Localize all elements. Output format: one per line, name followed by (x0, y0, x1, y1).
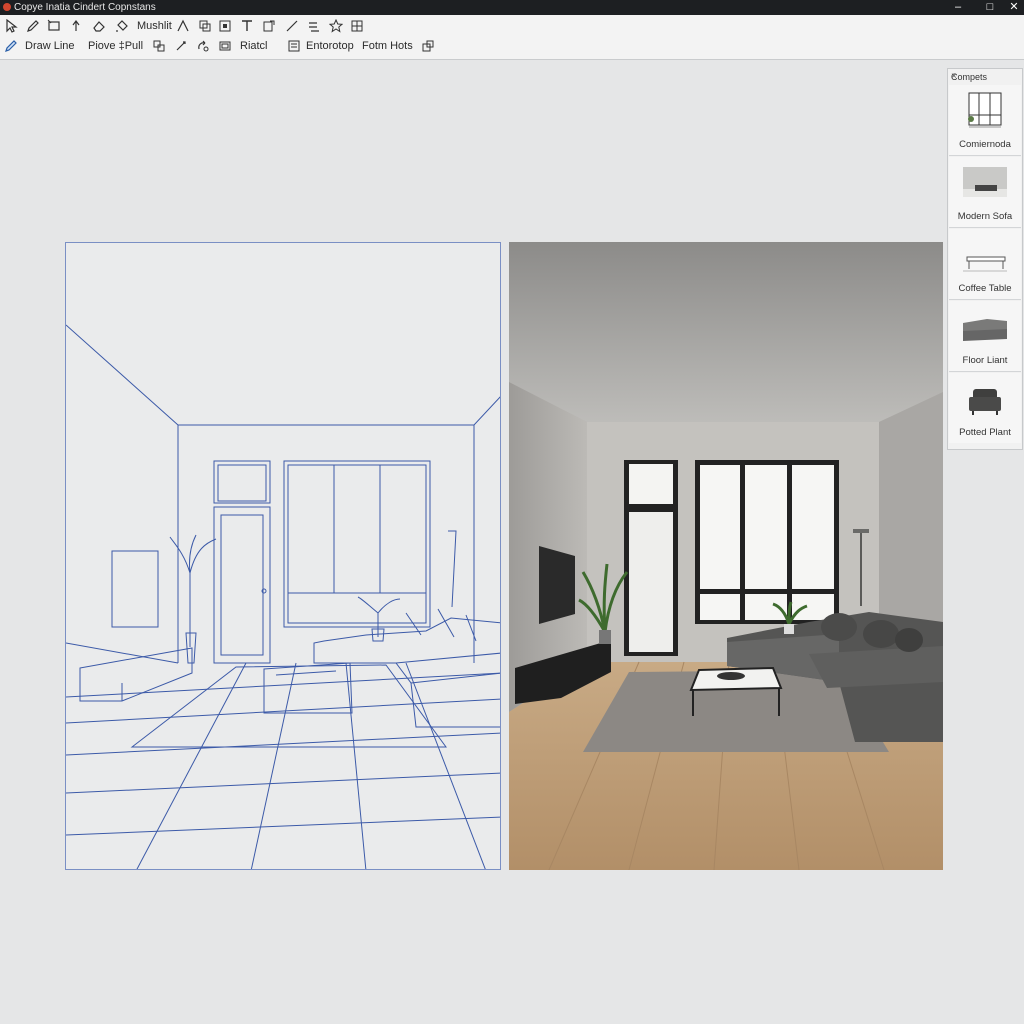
coffee-table-component-icon (959, 235, 1011, 277)
component-item[interactable]: Coffee Table (949, 229, 1021, 300)
select-icon[interactable] (4, 19, 18, 33)
measure-icon[interactable] (176, 19, 190, 33)
minimize-button[interactable]: – (944, 0, 972, 15)
sectional-sofa-component-icon (959, 307, 1011, 349)
toolbar-row-actions: Draw Line Piove ‡Pull Riatcl Entorotop F… (0, 38, 1024, 58)
text-icon[interactable] (240, 19, 254, 33)
paint-bucket-icon[interactable] (115, 19, 129, 33)
tape-measure-icon[interactable] (174, 39, 188, 53)
axes-icon[interactable] (307, 19, 321, 33)
render-viewport[interactable] (509, 242, 943, 870)
entourage-button[interactable]: Entorotop (306, 40, 354, 52)
component-label: Coffee Table (958, 283, 1012, 294)
window-titlebar: Copye Inatia Cindert Copnstans – □ ✕ (0, 0, 1024, 15)
star-icon[interactable] (329, 19, 343, 33)
armchair-component-icon (959, 379, 1011, 421)
orbit-icon[interactable] (196, 39, 210, 53)
window-component-icon (959, 91, 1011, 133)
copy-icon[interactable] (198, 19, 212, 33)
components-panel: Compets × Comiernoda Modern Sofa Coffee … (947, 68, 1023, 450)
panel-close-button[interactable]: × (951, 69, 1020, 85)
move-icon[interactable] (152, 39, 166, 53)
wireframe-room-drawing (66, 324, 500, 869)
component-item[interactable]: Potted Plant (949, 373, 1021, 443)
rotate-button[interactable]: Riatcl (240, 40, 268, 52)
sketch-viewport[interactable] (65, 242, 501, 870)
close-button[interactable]: ✕ (1000, 0, 1024, 15)
component-label: Floor Liant (962, 355, 1008, 366)
component-item[interactable]: Modern Sofa (949, 157, 1021, 228)
form-hots-button[interactable]: Fotm Hots (362, 40, 413, 52)
eraser-icon[interactable] (92, 19, 106, 33)
line-tool-icon[interactable] (285, 19, 299, 33)
component-label: Potted Plant (959, 427, 1011, 438)
component-label: Comiernoda (959, 139, 1011, 150)
sofa-component-icon (959, 163, 1011, 205)
component-label: Modern Sofa (957, 211, 1013, 222)
component-item[interactable]: Floor Liant (949, 301, 1021, 372)
toolbar-label-mushlit[interactable]: Mushlit (137, 20, 172, 32)
layers-icon[interactable] (421, 39, 435, 53)
window-title: Copye Inatia Cindert Copnstans (14, 2, 156, 13)
rendered-room-image (509, 242, 943, 870)
components-panel-header: Compets × (948, 69, 1022, 85)
pencil-icon[interactable] (26, 19, 40, 33)
grid-icon[interactable] (350, 19, 364, 33)
draw-line-icon (4, 39, 18, 53)
draw-line-button[interactable]: Draw Line (25, 40, 75, 52)
push-pull-icon[interactable] (69, 19, 83, 33)
section-icon[interactable] (262, 19, 276, 33)
entourage-icon (287, 39, 301, 53)
toolbar-row-tools: Mushlit (0, 17, 1024, 37)
component-item[interactable]: Comiernoda (949, 85, 1021, 156)
rectangle-icon[interactable] (47, 19, 61, 33)
push-pull-button[interactable]: Piove ‡Pull (88, 40, 143, 52)
main-toolbar: Mushlit Draw Line Piove ‡Pull Riatcl Ent… (0, 15, 1024, 60)
app-logo-icon (3, 3, 11, 11)
component-icon[interactable] (218, 19, 232, 33)
offset-icon[interactable] (218, 39, 232, 53)
